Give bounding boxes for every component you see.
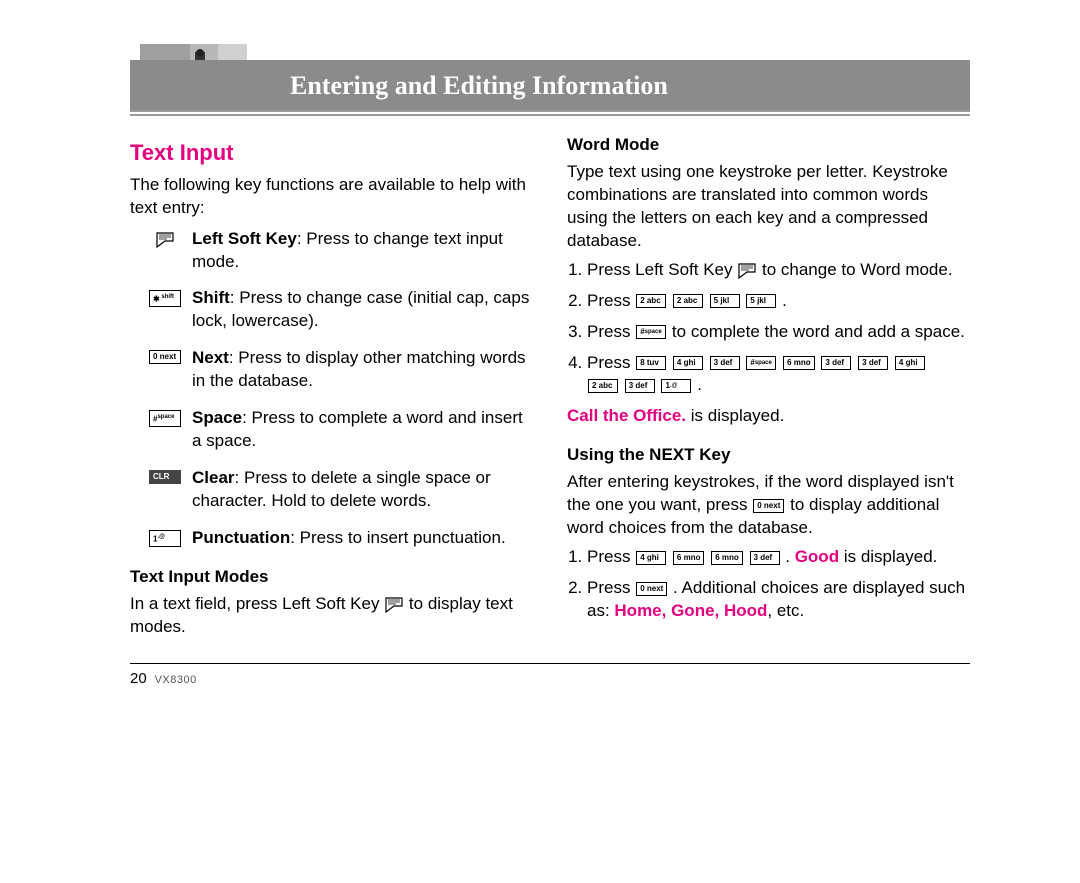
key-text: Punctuation: Press to insert punctuation… [192,527,506,550]
chapter-title: Entering and Editing Information [290,71,668,101]
word-result: Call the Office. is displayed. [567,405,970,428]
key-8tuv: 8 tuv [636,356,666,370]
list-item: Press 8 tuv 4 ghi 3 def #space 6 mno 3 d… [587,352,970,398]
intro-text: The following key functions are availabl… [130,174,533,220]
word-intro: Type text using one keystroke per letter… [567,161,970,253]
section-heading: Text Input [130,138,533,168]
one-key-icon: 1.@ [148,527,182,547]
key-0next: 0 next [753,499,784,513]
next-key-steps: Press 4 ghi 6 mno 6 mno 3 def . Good is … [567,546,970,623]
key-text: Left Soft Key: Press to change text inpu… [192,228,533,274]
key-row-leftsoft: Left Soft Key: Press to change text inpu… [148,228,533,274]
key-row-shift: ✱ shift Shift: Press to change case (ini… [148,287,533,333]
key-6mno: 6 mno [783,356,815,370]
list-item: Press 4 ghi 6 mno 6 mno 3 def . Good is … [587,546,970,569]
key-3def: 3 def [625,379,655,393]
star-key-icon: ✱ shift [148,287,182,307]
page-number: 20 [130,670,147,687]
key-hash: #space [746,356,776,370]
key-2abc: 2 abc [673,294,703,308]
left-soft-key-icon [384,596,404,613]
page-footer: 20 VX8300 [130,663,970,687]
list-item: Press Left Soft Key to change to Word mo… [587,259,970,282]
key-0next: 0 next [636,582,667,596]
key-6mno: 6 mno [711,551,743,565]
modes-text: In a text field, press Left Soft Key to … [130,593,533,639]
key-6mno: 6 mno [673,551,705,565]
next-key-heading: Using the NEXT Key [567,444,970,467]
left-soft-key-icon [737,262,757,279]
next-intro: After entering keystrokes, if the word d… [567,471,970,540]
key-4ghi: 4 ghi [636,551,666,565]
modes-heading: Text Input Modes [130,566,533,589]
key-hash: #space [636,325,666,339]
hash-space-key-icon: #space [148,407,182,427]
key-text: Shift: Press to change case (initial cap… [192,287,533,333]
key-4ghi: 4 ghi [673,356,703,370]
right-column: Word Mode Type text using one keystroke … [567,130,970,639]
list-item: Press 2 abc 2 abc 5 jkl 5 jkl . [587,290,970,313]
manual-page: Entering and Editing Information Text In… [0,0,1080,717]
key-5jkl: 5 jkl [710,294,740,308]
word-mode-heading: Word Mode [567,134,970,157]
content-columns: Text Input The following key functions a… [130,130,970,639]
key-3def: 3 def [710,356,740,370]
clr-key-icon: CLR [148,467,182,484]
key-3def: 3 def [858,356,888,370]
key-text: Space: Press to complete a word and inse… [192,407,533,453]
left-column: Text Input The following key functions a… [130,130,533,639]
key-text: Next: Press to display other matching wo… [192,347,533,393]
list-item: Press #space to complete the word and ad… [587,321,970,344]
key-row-space: #space Space: Press to complete a word a… [148,407,533,453]
left-soft-key-icon [148,228,182,248]
key-5jkl: 5 jkl [746,294,776,308]
key-row-punct: 1.@ Punctuation: Press to insert punctua… [148,527,533,550]
list-item: Press 0 next . Additional choices are di… [587,577,970,623]
key-3def: 3 def [821,356,851,370]
key-row-next: 0 next Next: Press to display other matc… [148,347,533,393]
key-2abc: 2 abc [636,294,666,308]
key-row-clear: CLR Clear: Press to delete a single spac… [148,467,533,513]
zero-next-key-icon: 0 next [148,347,182,364]
word-mode-steps: Press Left Soft Key to change to Word mo… [567,259,970,398]
chapter-header: Entering and Editing Information [130,60,970,112]
key-2abc: 2 abc [588,379,618,393]
key-1: 1.@ [661,379,691,393]
model-number: VX8300 [155,674,197,686]
key-text: Clear: Press to delete a single space or… [192,467,533,513]
key-4ghi: 4 ghi [895,356,925,370]
key-3def: 3 def [750,551,780,565]
